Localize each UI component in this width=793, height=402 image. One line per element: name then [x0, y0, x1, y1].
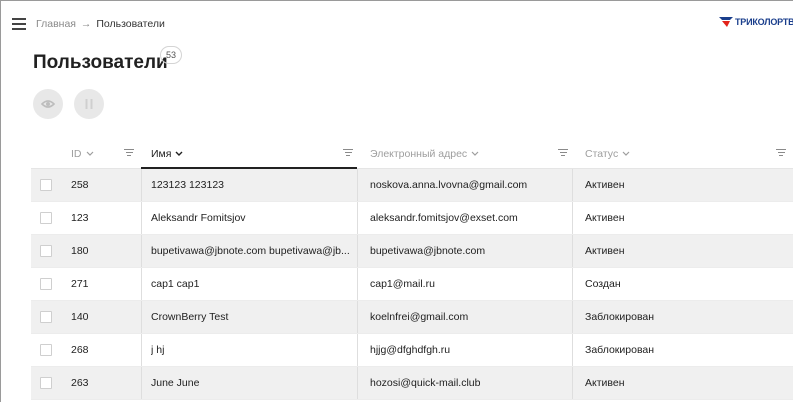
tricolor-logo-mark-icon — [719, 17, 733, 27]
table-row[interactable]: 271 cap1 cap1 cap1@mail.ru Создан — [31, 268, 793, 301]
column-divider — [141, 367, 142, 399]
breadcrumb-separator: → — [80, 18, 92, 30]
view-button[interactable] — [33, 89, 63, 119]
cell-status: Активен — [585, 245, 625, 257]
column-header-name[interactable]: Имя — [151, 139, 183, 169]
column-divider — [572, 169, 573, 201]
table-row[interactable]: 180 bupetivawa@jbnote.com bupetivawa@jb.… — [31, 235, 793, 268]
chevron-down-icon — [471, 139, 479, 167]
column-header-email[interactable]: Электронный адрес — [370, 139, 479, 169]
cell-email: hozosi@quick-mail.club — [370, 377, 481, 389]
column-divider — [357, 334, 358, 366]
column-divider — [572, 202, 573, 234]
cell-status: Активен — [585, 179, 625, 191]
column-divider — [141, 202, 142, 234]
cell-status: Заблокирован — [585, 311, 655, 323]
table-row[interactable]: 258 123123 123123 noskova.anna.lvovna@gm… — [31, 169, 793, 202]
breadcrumb-current: Пользователи — [96, 18, 165, 30]
page-title: Пользователи — [33, 52, 168, 73]
cell-name: j hj — [151, 344, 165, 356]
column-header-status[interactable]: Статус — [585, 139, 630, 169]
column-divider — [357, 367, 358, 399]
cell-email: hjjg@dfghdfgh.ru — [370, 344, 451, 356]
column-divider — [572, 367, 573, 399]
row-checkbox[interactable] — [40, 212, 52, 224]
cell-id: 271 — [71, 278, 89, 290]
cell-email: cap1@mail.ru — [370, 278, 435, 290]
cell-name: CrownBerry Test — [151, 311, 229, 323]
filter-icon[interactable] — [124, 149, 134, 157]
cell-name: June June — [151, 377, 200, 389]
row-checkbox[interactable] — [40, 344, 52, 356]
cell-status: Создан — [585, 278, 621, 290]
column-divider — [141, 301, 142, 333]
filter-icon[interactable] — [776, 149, 786, 157]
column-divider — [141, 334, 142, 366]
cell-status: Активен — [585, 212, 625, 224]
column-divider — [141, 235, 142, 267]
column-header-email-label: Электронный адрес — [370, 148, 468, 160]
pause-button[interactable] — [74, 89, 104, 119]
cell-id: 263 — [71, 377, 89, 389]
filter-icon[interactable] — [558, 149, 568, 157]
cell-name: bupetivawa@jbnote.com bupetivawa@jb... — [151, 245, 350, 257]
chevron-down-icon — [175, 139, 183, 167]
column-divider — [572, 301, 573, 333]
column-divider — [357, 301, 358, 333]
hamburger-menu-icon[interactable] — [12, 18, 26, 30]
cell-email: aleksandr.fomitsjov@exset.com — [370, 212, 518, 224]
app-frame: Главная → Пользователи ТРИКОЛОРТВ Пользо… — [0, 0, 793, 402]
column-divider — [357, 235, 358, 267]
column-divider — [141, 169, 142, 201]
row-checkbox[interactable] — [40, 179, 52, 191]
chevron-down-icon — [86, 139, 94, 167]
row-checkbox[interactable] — [40, 377, 52, 389]
cell-id: 268 — [71, 344, 89, 356]
column-header-id[interactable]: ID — [71, 139, 94, 169]
column-divider — [357, 169, 358, 201]
cell-status: Активен — [585, 377, 625, 389]
cell-id: 140 — [71, 311, 89, 323]
users-count-badge: 53 — [160, 46, 182, 64]
cell-id: 258 — [71, 179, 89, 191]
cell-email: koelnfrei@gmail.com — [370, 311, 469, 323]
filter-icon[interactable] — [343, 149, 353, 157]
cell-name: 123123 123123 — [151, 179, 224, 191]
column-divider — [357, 202, 358, 234]
pause-icon — [85, 99, 93, 109]
column-header-status-label: Статус — [585, 148, 619, 160]
cell-name: Aleksandr Fomitsjov — [151, 212, 246, 224]
cell-status: Заблокирован — [585, 344, 655, 356]
column-divider — [141, 268, 142, 300]
cell-email: bupetivawa@jbnote.com — [370, 245, 486, 257]
column-divider — [357, 268, 358, 300]
table-row[interactable]: 263 June June hozosi@quick-mail.club Акт… — [31, 367, 793, 400]
cell-email: noskova.anna.lvovna@gmail.com — [370, 179, 528, 191]
eye-icon — [41, 100, 55, 108]
row-checkbox[interactable] — [40, 245, 52, 257]
cell-id: 123 — [71, 212, 89, 224]
chevron-down-icon — [622, 139, 630, 167]
breadcrumb-home-link[interactable]: Главная — [36, 18, 76, 30]
table-header: ID Имя Электронный адрес Статус — [31, 139, 793, 169]
logo-text: ТРИКОЛОРТВ — [735, 17, 793, 27]
row-checkbox[interactable] — [40, 311, 52, 323]
column-divider — [572, 334, 573, 366]
table-row[interactable]: 140 CrownBerry Test koelnfrei@gmail.com … — [31, 301, 793, 334]
column-header-name-label: Имя — [151, 148, 172, 160]
cell-name: cap1 cap1 — [151, 278, 200, 290]
column-header-id-label: ID — [71, 148, 82, 160]
cell-id: 180 — [71, 245, 89, 257]
column-divider — [572, 268, 573, 300]
table-row[interactable]: 123 Aleksandr Fomitsjov aleksandr.fomits… — [31, 202, 793, 235]
tricolor-logo[interactable]: ТРИКОЛОРТВ — [718, 14, 793, 36]
breadcrumb: Главная → Пользователи — [36, 18, 165, 30]
table-row[interactable]: 268 j hj hjjg@dfghdfgh.ru Заблокирован — [31, 334, 793, 367]
column-divider — [572, 235, 573, 267]
row-checkbox[interactable] — [40, 278, 52, 290]
users-table: ID Имя Электронный адрес Статус 258 1231… — [31, 139, 793, 400]
